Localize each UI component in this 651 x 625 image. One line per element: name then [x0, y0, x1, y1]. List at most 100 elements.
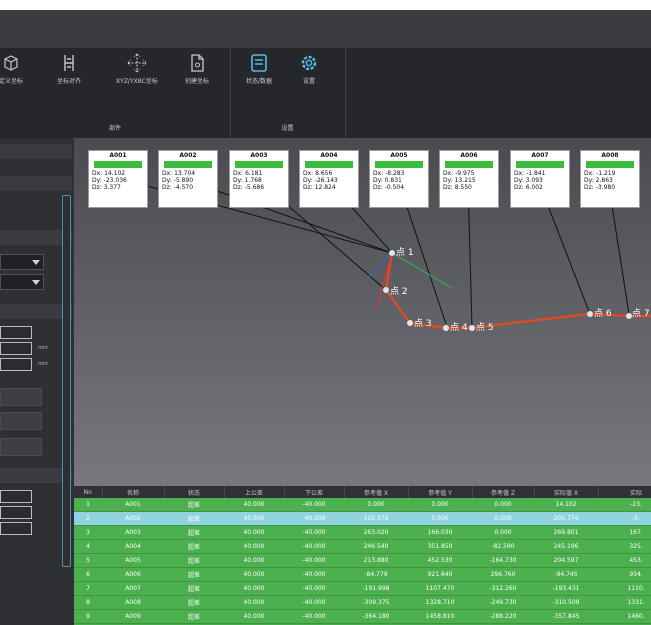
table-cell: 0.000 — [408, 511, 472, 526]
point-box-a007[interactable]: A007 Dx: -1.841 Dy: 3.093 Dz: 6.002 — [510, 150, 570, 208]
move-arrows-icon — [127, 53, 147, 73]
point-dx: Dx: 6.181 — [233, 170, 263, 177]
column-header[interactable]: 参考值 Y — [408, 486, 473, 498]
panel-scrollbar[interactable] — [62, 195, 71, 567]
point-dy: Dy: 3.093 — [514, 177, 543, 184]
column-header[interactable]: 实际值 X — [534, 486, 599, 498]
checkbox-3[interactable] — [0, 522, 32, 535]
point-dy: Dy: -26.143 — [303, 177, 338, 184]
point-box-a005[interactable]: A005 Dx: -8.283 Dy: 0.831 Dz: -0.504 — [369, 150, 429, 208]
panel-header-2 — [0, 176, 72, 191]
3d-viewport[interactable]: A001 Dx: 14.102 Dy: -23.036 Dz: 3.377 A0… — [74, 138, 651, 486]
table-row[interactable]: 2 A002 超差 40.000 -40.000 102.370 0.000 0.000 205… — [74, 511, 651, 526]
table-cell: 0.000 — [472, 498, 534, 512]
status-bar — [305, 161, 353, 168]
panel-button-1[interactable] — [0, 388, 42, 406]
checkbox-1[interactable] — [0, 490, 32, 503]
point-name: A007 — [531, 152, 549, 159]
table-cell: 7 — [74, 581, 102, 596]
create-coordinate-button[interactable]: 创建坐标 — [172, 52, 222, 108]
table-cell: -364.180 — [344, 609, 408, 624]
table-row[interactable]: 8 A008 超差 40.000 -40.000 -309.375 1328.710 -249… — [74, 595, 651, 610]
status-bar — [164, 161, 212, 168]
settings-button[interactable]: 设置 — [284, 52, 334, 108]
table-row[interactable]: 9 A009 超差 40.000 -40.000 -364.180 1458.810 -288… — [74, 609, 651, 624]
input-box-1[interactable] — [0, 326, 32, 339]
table-cell: 超差 — [164, 567, 224, 582]
point-marker[interactable] — [469, 325, 475, 331]
table-cell: 40.000 — [224, 581, 284, 596]
table-cell: 40.000 — [224, 595, 284, 610]
column-header[interactable]: 参考值 X — [344, 486, 409, 498]
table-row[interactable]: 1 A001 超差 40.000 -40.000 0.000 0.000 0.000 14.10… — [74, 498, 651, 512]
point-marker[interactable] — [383, 287, 389, 293]
table-cell: -40.000 — [284, 511, 344, 526]
table-cell: A008 — [102, 595, 164, 610]
column-header[interactable]: No — [74, 486, 103, 498]
point-marker[interactable] — [407, 320, 413, 326]
point-box-a002[interactable]: A002 Dx: 13.704 Dy: -5.890 Dz: -4.570 — [158, 150, 218, 208]
point-label-1: 点 1 — [396, 248, 414, 258]
status-data-button[interactable]: 状态/数据 — [234, 52, 284, 108]
input-box-3[interactable] — [0, 358, 32, 371]
define-coordinate-label: 定义坐标 — [0, 78, 23, 85]
table-cell: 921.640 — [408, 567, 472, 582]
table-cell: A001 — [102, 498, 164, 512]
table-cell: 超差 — [164, 511, 224, 526]
column-header[interactable]: 上公差 — [224, 486, 285, 498]
point-box-a003[interactable]: A003 Dx: 6.181 Dy: 1.768 Dz: -5.686 — [229, 150, 289, 208]
column-header[interactable]: 参考值 Z — [472, 486, 535, 498]
dropdown-2[interactable] — [0, 274, 44, 290]
point-dx: Dx: -1.219 — [584, 170, 616, 177]
table-cell: 204.597 — [534, 553, 598, 568]
table-row[interactable]: 6 A006 超差 40.000 -40.000 -84.779 921.640 296.76… — [74, 567, 651, 582]
status-bar — [94, 161, 142, 168]
table-cell: 超差 — [164, 595, 224, 610]
table-row[interactable]: 7 A007 超差 40.000 -40.000 -191.998 1107.470 -312… — [74, 581, 651, 596]
axis-y — [391, 252, 453, 289]
table-cell: 超差 — [164, 525, 224, 540]
align-icon — [64, 55, 74, 71]
table-cell: 263.020 — [344, 525, 408, 540]
table-row[interactable]: 4 A004 超差 40.000 -40.000 246.540 351.850 -82.59… — [74, 539, 651, 554]
define-coordinate-button[interactable]: 定义坐标 — [0, 52, 36, 108]
table-cell: 40.000 — [224, 553, 284, 568]
point-box-a006[interactable]: A006 Dx: -9.975 Dy: 13.215 Dz: 8.550 — [439, 150, 499, 208]
table-cell: A009 — [102, 609, 164, 624]
table-row[interactable]: 5 A005 超差 40.000 -40.000 213.880 452.530 -164.7… — [74, 553, 651, 568]
point-dz: Dz: 3.377 — [92, 184, 121, 191]
table-cell: 6 — [74, 567, 102, 582]
table-cell: A007 — [102, 581, 164, 596]
point-marker[interactable] — [587, 311, 593, 317]
table-cell: 超差 — [164, 609, 224, 624]
table-header-row: No 名称 状态 上公差 下公差 参考值 X 参考值 Y 参考值 Z 实际值 X 实际 — [74, 486, 651, 498]
point-box-a001[interactable]: A001 Dx: 14.102 Dy: -23.036 Dz: 3.377 — [88, 150, 148, 208]
input-box-2[interactable] — [0, 342, 32, 355]
checkbox-2[interactable] — [0, 506, 32, 519]
point-dx: Dx: 13.704 — [162, 170, 196, 177]
point-dz: Dz: -4.570 — [162, 184, 194, 191]
point-box-a008[interactable]: A008 Dx: -1.219 Dy: 2.863 Dz: -3.980 — [580, 150, 640, 208]
point-dy: Dy: 2.863 — [584, 177, 613, 184]
panel-button-3[interactable] — [0, 438, 42, 456]
column-header[interactable]: 下公差 — [284, 486, 345, 498]
xyz-coordinate-button[interactable]: XYZ/YXBC坐标 — [112, 52, 162, 108]
point-name: A005 — [390, 152, 408, 159]
point-box-a004[interactable]: A004 Dx: 8.656 Dy: -26.143 Dz: 12.824 — [299, 150, 359, 208]
column-header[interactable]: 状态 — [164, 486, 225, 498]
table-cell: 351.850 — [408, 539, 472, 554]
point-marker[interactable] — [443, 325, 449, 331]
panel-button-2[interactable] — [0, 412, 42, 430]
point-dx: Dx: -1.841 — [514, 170, 546, 177]
status-panel-icon — [251, 54, 267, 72]
table-cell: 40.000 — [224, 567, 284, 582]
align-coordinate-button[interactable]: 坐标对齐 — [44, 52, 94, 108]
table-row[interactable]: 3 A003 超差 40.000 -40.000 263.020 166.030 0.000 2… — [74, 525, 651, 540]
point-marker[interactable] — [389, 250, 395, 256]
table-cell: -310.509 — [534, 595, 598, 610]
column-header[interactable]: 名称 — [102, 486, 165, 498]
ribbon-group-parts: 定义坐标 坐标对齐 XYZ/YXBC坐标 创建坐标 部件 — [0, 48, 231, 138]
dropdown-1[interactable] — [0, 254, 44, 270]
table-cell: -249.730 — [472, 595, 534, 610]
column-header[interactable]: 实际 — [598, 486, 651, 498]
